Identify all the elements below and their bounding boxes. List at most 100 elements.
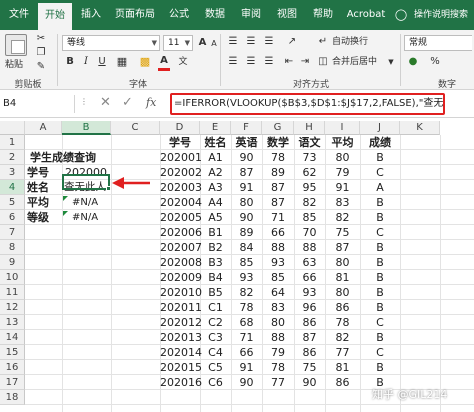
border-icon[interactable]: ▦	[114, 55, 130, 69]
table-cell[interactable]: 87	[231, 165, 262, 180]
table-cell[interactable]: 78	[262, 150, 294, 165]
tab-file[interactable]: 文件	[2, 0, 36, 30]
align-bottom-icon[interactable]: ☰	[262, 35, 276, 49]
table-cell[interactable]: A3	[200, 180, 231, 195]
number-format-select[interactable]: 常规	[404, 35, 472, 51]
table-cell[interactable]: 86	[325, 300, 360, 315]
table-cell[interactable]: 70	[294, 225, 325, 240]
table-cell[interactable]: 80	[262, 315, 294, 330]
table-cell[interactable]: C2	[200, 315, 231, 330]
fill-handle[interactable]	[106, 186, 111, 191]
row-header[interactable]: 11	[0, 285, 25, 300]
table-cell[interactable]: B	[360, 255, 400, 270]
table-cell[interactable]: C	[360, 315, 400, 330]
row-header[interactable]: 10	[0, 270, 25, 285]
table-cell[interactable]: A2	[200, 165, 231, 180]
indent-increase-icon[interactable]: ⇥	[298, 55, 312, 69]
column-header[interactable]: E	[200, 121, 231, 135]
tell-me-search[interactable]: 操作说明搜索	[410, 0, 472, 30]
select-all-corner[interactable]	[0, 121, 25, 135]
orientation-icon[interactable]: ↗	[282, 35, 302, 49]
table-cell[interactable]: 87	[325, 240, 360, 255]
column-header[interactable]: I	[325, 121, 360, 135]
table-cell[interactable]: C	[360, 225, 400, 240]
copy-icon[interactable]: ❐	[34, 46, 48, 60]
table-header[interactable]: 数学	[262, 135, 294, 150]
table-header[interactable]: 姓名	[200, 135, 231, 150]
table-cell[interactable]: 91	[231, 180, 262, 195]
table-cell[interactable]: B	[360, 210, 400, 225]
table-cell[interactable]: C5	[200, 360, 231, 375]
table-cell[interactable]: 88	[262, 240, 294, 255]
table-cell[interactable]: 75	[325, 225, 360, 240]
table-cell[interactable]: A	[360, 180, 400, 195]
table-cell[interactable]: 87	[294, 330, 325, 345]
table-header[interactable]: 学号	[160, 135, 200, 150]
cancel-icon[interactable]: ✕	[100, 95, 111, 110]
table-cell[interactable]: 82	[231, 285, 262, 300]
table-cell[interactable]: 88	[294, 240, 325, 255]
column-header[interactable]: J	[360, 121, 400, 135]
table-cell[interactable]: 62	[294, 165, 325, 180]
font-color-button[interactable]: A	[158, 54, 170, 71]
table-cell[interactable]: 90	[231, 150, 262, 165]
row-header[interactable]: 16	[0, 360, 25, 375]
table-cell[interactable]: B	[360, 285, 400, 300]
table-cell[interactable]: 84	[231, 240, 262, 255]
table-cell[interactable]: 85	[294, 210, 325, 225]
column-header[interactable]: C	[111, 121, 160, 135]
worksheet-grid[interactable]: A B C D E F G H I J K 1 2 3 4 5 6 7 8 9 10 11 12 13 14 15 16 17 18 学生…	[0, 121, 474, 412]
format-painter-icon[interactable]: ✎	[34, 60, 48, 74]
table-cell[interactable]: 82	[325, 330, 360, 345]
row-header[interactable]: 5	[0, 195, 25, 210]
table-cell[interactable]: 81	[325, 360, 360, 375]
table-cell[interactable]: 63	[294, 255, 325, 270]
table-cell[interactable]: 202003	[160, 180, 202, 195]
table-cell[interactable]: 93	[294, 285, 325, 300]
row-header[interactable]: 1	[0, 135, 25, 150]
table-cell[interactable]: B1	[200, 225, 231, 240]
row-header[interactable]: 15	[0, 345, 25, 360]
font-size-select[interactable]: 11 ▼	[163, 35, 193, 51]
table-cell[interactable]: 202008	[160, 255, 202, 270]
grow-font-button[interactable]: A	[197, 36, 208, 50]
table-cell[interactable]: 86	[294, 315, 325, 330]
align-left-icon[interactable]: ☰	[226, 55, 240, 69]
table-cell[interactable]: 91	[325, 180, 360, 195]
table-cell[interactable]: 79	[262, 345, 294, 360]
fill-color-icon[interactable]: ▩	[138, 55, 152, 69]
table-cell[interactable]: 202015	[160, 360, 202, 375]
tab-insert[interactable]: 插入	[74, 0, 108, 30]
table-cell[interactable]: A5	[200, 210, 231, 225]
table-cell[interactable]: 93	[262, 255, 294, 270]
table-cell[interactable]: 77	[262, 375, 294, 390]
table-cell[interactable]: A4	[200, 195, 231, 210]
table-cell[interactable]: 86	[294, 345, 325, 360]
table-cell[interactable]: 68	[231, 315, 262, 330]
align-right-icon[interactable]: ☰	[262, 55, 276, 69]
table-cell[interactable]: B4	[200, 270, 231, 285]
average-result[interactable]: #N/A	[72, 195, 110, 210]
table-cell[interactable]: 64	[262, 285, 294, 300]
table-cell[interactable]: B3	[200, 255, 231, 270]
enter-icon[interactable]: ✓	[122, 95, 133, 110]
italic-button[interactable]: I	[80, 55, 92, 69]
table-cell[interactable]: 66	[294, 270, 325, 285]
table-cell[interactable]: A1	[200, 150, 231, 165]
table-cell[interactable]: 66	[262, 225, 294, 240]
table-cell[interactable]: 82	[294, 195, 325, 210]
table-cell[interactable]: C	[360, 165, 400, 180]
table-cell[interactable]: 202016	[160, 375, 202, 390]
table-cell[interactable]: 88	[262, 330, 294, 345]
table-cell[interactable]: B	[360, 360, 400, 375]
table-cell[interactable]: 202012	[160, 315, 202, 330]
row-header[interactable]: 4	[0, 180, 25, 195]
row-header[interactable]: 9	[0, 255, 25, 270]
row-header[interactable]: 17	[0, 375, 25, 390]
chevron-down-icon[interactable]: ▼	[386, 55, 396, 69]
formula-input[interactable]: =IFERROR(VLOOKUP($B$3,$D$1:$J$17,2,FALSE…	[170, 93, 445, 115]
row-header[interactable]: 14	[0, 330, 25, 345]
bold-button[interactable]: B	[64, 55, 76, 69]
tab-acrobat[interactable]: Acrobat	[342, 0, 390, 30]
table-cell[interactable]: 66	[231, 345, 262, 360]
